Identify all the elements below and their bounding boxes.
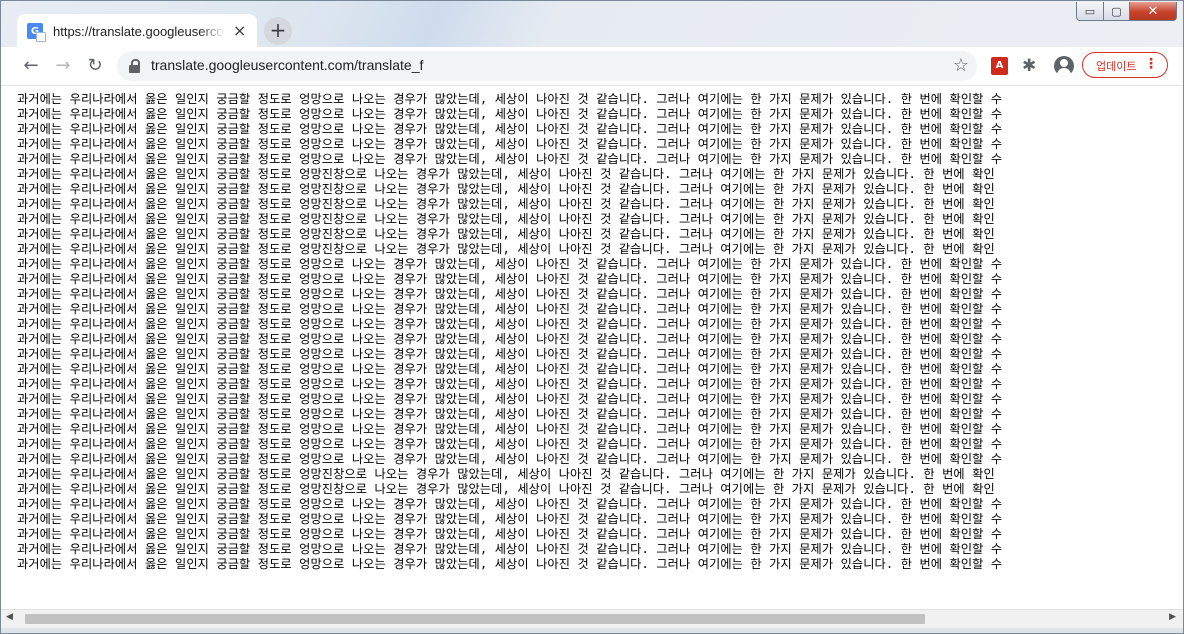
- scrollbar-thumb[interactable]: [25, 614, 925, 624]
- scroll-right-arrow-icon[interactable]: ▶: [1169, 612, 1176, 622]
- google-translate-icon: G: [27, 23, 46, 42]
- update-label: 업데이트: [1096, 60, 1137, 73]
- close-icon[interactable]: ×: [233, 23, 246, 39]
- text-line: 과거에는 우리나라에서 옳은 일인지 궁금할 정도로 엉망진창으로 나오는 경우…: [17, 482, 995, 496]
- maximize-icon: ▢: [1111, 4, 1122, 18]
- bookmark-star-icon[interactable]: ☆: [953, 55, 969, 76]
- tab-strip: G https://translate.googleusercontent.co…: [1, 1, 1183, 48]
- address-bar[interactable]: translate.googleusercontent.com/translat…: [117, 51, 977, 81]
- kebab-menu-icon: ⋮: [1144, 56, 1158, 72]
- text-line: 과거에는 우리나라에서 옳은 일인지 궁금할 정도로 엉망으로 나오는 경우가 …: [17, 347, 1003, 361]
- text-line: 과거에는 우리나라에서 옳은 일인지 궁금할 정도로 엉망으로 나오는 경우가 …: [17, 542, 1003, 556]
- text-line: 과거에는 우리나라에서 옳은 일인지 궁금할 정도로 엉망진창으로 나오는 경우…: [17, 197, 995, 211]
- forward-button[interactable]: →: [51, 54, 75, 78]
- forward-arrow-icon: →: [55, 55, 71, 76]
- text-line: 과거에는 우리나라에서 옳은 일인지 궁금할 정도로 엉망으로 나오는 경우가 …: [17, 392, 1003, 406]
- text-line: 과거에는 우리나라에서 옳은 일인지 궁금할 정도로 엉망진창으로 나오는 경우…: [17, 212, 995, 226]
- text-line: 과거에는 우리나라에서 옳은 일인지 궁금할 정도로 엉망으로 나오는 경우가 …: [17, 92, 1003, 106]
- tab-title: https://translate.googleusercontent.com/…: [53, 23, 225, 39]
- new-tab-button[interactable]: +: [264, 17, 292, 45]
- text-line: 과거에는 우리나라에서 옳은 일인지 궁금할 정도로 엉망으로 나오는 경우가 …: [17, 287, 1003, 301]
- window-bottom-edge: [1, 628, 1183, 633]
- minimize-button[interactable]: ▭: [1076, 2, 1104, 21]
- text-line: 과거에는 우리나라에서 옳은 일인지 궁금할 정도로 엉망진창으로 나오는 경우…: [17, 242, 995, 256]
- extensions-puzzle-icon[interactable]: ✱: [1022, 56, 1036, 76]
- profile-avatar-icon[interactable]: [1054, 56, 1074, 76]
- tab-translate[interactable]: G https://translate.googleusercontent.co…: [17, 14, 257, 48]
- browser-toolbar: ← → ↻ translate.googleusercontent.com/tr…: [1, 47, 1183, 86]
- text-line: 과거에는 우리나라에서 옳은 일인지 궁금할 정도로 엉망으로 나오는 경우가 …: [17, 137, 1003, 151]
- text-line: 과거에는 우리나라에서 옳은 일인지 궁금할 정도로 엉망으로 나오는 경우가 …: [17, 407, 1003, 421]
- text-line: 과거에는 우리나라에서 옳은 일인지 궁금할 정도로 엉망진창으로 나오는 경우…: [17, 467, 995, 481]
- horizontal-scrollbar[interactable]: ◀ ▶: [1, 609, 1183, 628]
- text-line: 과거에는 우리나라에서 옳은 일인지 궁금할 정도로 엉망으로 나오는 경우가 …: [17, 377, 1003, 391]
- text-line: 과거에는 우리나라에서 옳은 일인지 궁금할 정도로 엉망으로 나오는 경우가 …: [17, 362, 1003, 376]
- back-button[interactable]: ←: [19, 54, 43, 78]
- close-window-icon: ✕: [1147, 3, 1159, 19]
- text-line: 과거에는 우리나라에서 옳은 일인지 궁금할 정도로 엉망으로 나오는 경우가 …: [17, 152, 1003, 166]
- scroll-left-arrow-icon[interactable]: ◀: [6, 612, 13, 622]
- text-line: 과거에는 우리나라에서 옳은 일인지 궁금할 정도로 엉망으로 나오는 경우가 …: [17, 422, 1003, 436]
- text-line: 과거에는 우리나라에서 옳은 일인지 궁금할 정도로 엉망으로 나오는 경우가 …: [17, 302, 1003, 316]
- page-text-body: 과거에는 우리나라에서 옳은 일인지 궁금할 정도로 엉망으로 나오는 경우가 …: [17, 92, 1179, 572]
- update-button[interactable]: 업데이트 ⋮: [1082, 52, 1168, 78]
- acrobat-extension-icon[interactable]: A: [991, 57, 1008, 75]
- text-line: 과거에는 우리나라에서 옳은 일인지 궁금할 정도로 엉망으로 나오는 경우가 …: [17, 512, 1003, 526]
- text-line: 과거에는 우리나라에서 옳은 일인지 궁금할 정도로 엉망으로 나오는 경우가 …: [17, 122, 1003, 136]
- back-arrow-icon: ←: [23, 55, 39, 76]
- minimize-icon: ▭: [1084, 4, 1096, 18]
- reload-button[interactable]: ↻: [83, 54, 107, 78]
- text-line: 과거에는 우리나라에서 옳은 일인지 궁금할 정도로 엉망으로 나오는 경우가 …: [17, 437, 1003, 451]
- page-viewport[interactable]: 과거에는 우리나라에서 옳은 일인지 궁금할 정도로 엉망으로 나오는 경우가 …: [1, 86, 1183, 609]
- text-line: 과거에는 우리나라에서 옳은 일인지 궁금할 정도로 엉망진창으로 나오는 경우…: [17, 182, 995, 196]
- window-controls: ▭ ▢ ✕: [1076, 2, 1177, 21]
- text-line: 과거에는 우리나라에서 옳은 일인지 궁금할 정도로 엉망으로 나오는 경우가 …: [17, 497, 1003, 511]
- url-text[interactable]: translate.googleusercontent.com/translat…: [151, 57, 423, 73]
- text-line: 과거에는 우리나라에서 옳은 일인지 궁금할 정도로 엉망으로 나오는 경우가 …: [17, 107, 1003, 121]
- text-line: 과거에는 우리나라에서 옳은 일인지 궁금할 정도로 엉망진창으로 나오는 경우…: [17, 227, 995, 241]
- lock-icon[interactable]: [129, 59, 140, 73]
- browser-window: G https://translate.googleusercontent.co…: [0, 0, 1184, 634]
- text-line: 과거에는 우리나라에서 옳은 일인지 궁금할 정도로 엉망으로 나오는 경우가 …: [17, 332, 1003, 346]
- text-line: 과거에는 우리나라에서 옳은 일인지 궁금할 정도로 엉망진창으로 나오는 경우…: [17, 167, 995, 181]
- text-line: 과거에는 우리나라에서 옳은 일인지 궁금할 정도로 엉망으로 나오는 경우가 …: [17, 317, 1003, 331]
- text-line: 과거에는 우리나라에서 옳은 일인지 궁금할 정도로 엉망으로 나오는 경우가 …: [17, 257, 1003, 271]
- maximize-button[interactable]: ▢: [1104, 2, 1130, 21]
- text-line: 과거에는 우리나라에서 옳은 일인지 궁금할 정도로 엉망으로 나오는 경우가 …: [17, 527, 1003, 541]
- text-line: 과거에는 우리나라에서 옳은 일인지 궁금할 정도로 엉망으로 나오는 경우가 …: [17, 272, 1003, 286]
- text-line: 과거에는 우리나라에서 옳은 일인지 궁금할 정도로 엉망으로 나오는 경우가 …: [17, 557, 1003, 571]
- reload-icon: ↻: [87, 55, 103, 76]
- close-window-button[interactable]: ✕: [1130, 2, 1177, 21]
- favicon-letter: G: [30, 25, 40, 37]
- text-line: 과거에는 우리나라에서 옳은 일인지 궁금할 정도로 엉망으로 나오는 경우가 …: [17, 452, 1003, 466]
